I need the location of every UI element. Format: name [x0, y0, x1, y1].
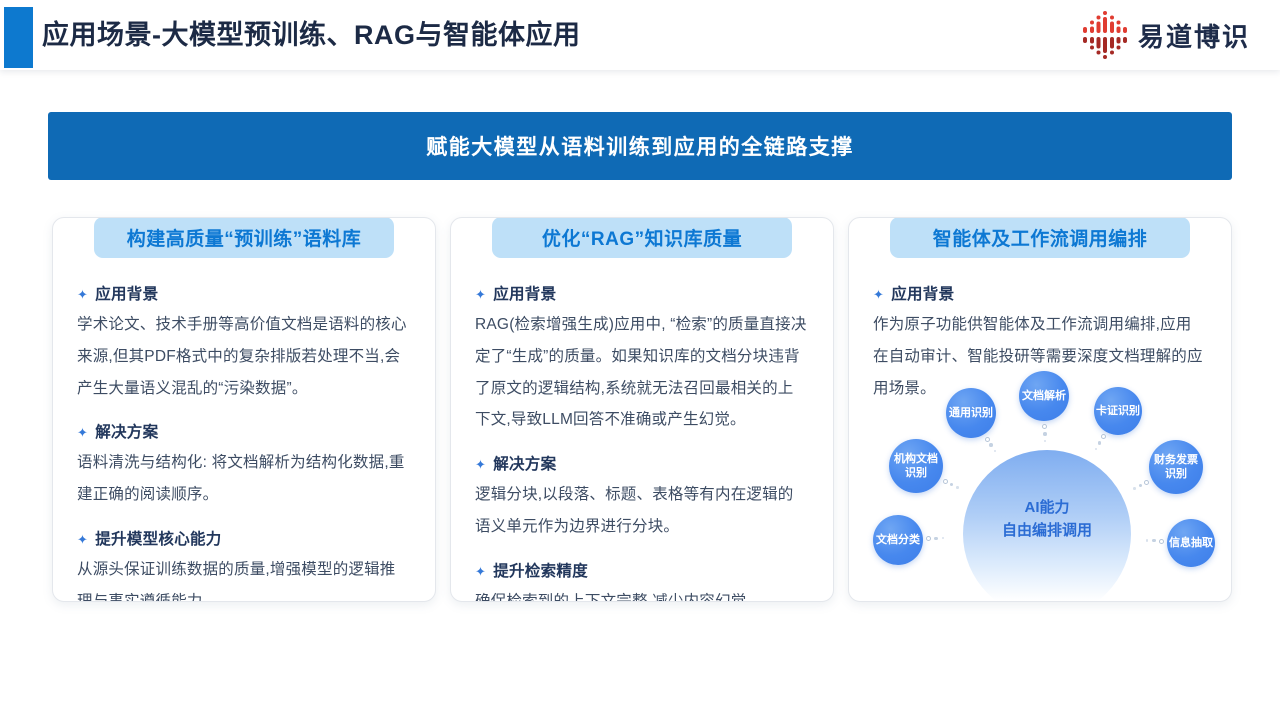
sparkle-icon: ✦	[475, 287, 486, 302]
capability-org-doc: 机构文档 识别	[889, 439, 943, 493]
capability-invoice: 财务发票 识别	[1149, 440, 1203, 494]
section-title: ✦ 应用背景	[873, 282, 1207, 304]
connector-dot	[943, 479, 948, 484]
section-title: ✦ 解决方案	[475, 452, 809, 474]
card-rag-quality: 优化“RAG”知识库质量 ✦ 应用背景 RAG(检索增强生成)应用中, “检索”的…	[450, 217, 834, 602]
connector-dot	[1098, 441, 1102, 445]
company-logo-text: 易道博识	[1138, 17, 1250, 54]
section-title-text: 解决方案	[95, 424, 158, 441]
section-body: 学术论文、技术手册等高价值文档是语料的核心来源,但其PDF格式中的复杂排版若处理…	[77, 309, 411, 404]
connector-dot	[1044, 440, 1047, 443]
connector-dot	[1146, 539, 1149, 542]
connector-dot	[1042, 424, 1047, 429]
connector-dot	[1095, 448, 1098, 451]
section-body: 语料清洗与结构化: 将文档解析为结构化数据,重建正确的阅读顺序。	[77, 447, 411, 511]
sparkle-icon: ✦	[77, 287, 88, 302]
section-benefit: ✦ 提升检索精度 确保检索到的上下文完整,减少内容幻觉。	[475, 559, 809, 602]
section-background: ✦ 应用背景 学术论文、技术手册等高价值文档是语料的核心来源,但其PDF格式中的复…	[77, 282, 411, 404]
connector-dot	[956, 486, 959, 489]
slide-header: 应用场景-大模型预训练、RAG与智能体应用	[0, 0, 1280, 70]
section-background: ✦ 应用背景 作为原子功能供智能体及工作流调用编排,应用在自动审计、智能投研等需要…	[873, 282, 1207, 404]
section-title: ✦ 解决方案	[77, 420, 411, 442]
section-title: ✦ 提升模型核心能力	[77, 527, 411, 549]
sparkle-icon: ✦	[475, 457, 486, 472]
section-title-text: 应用背景	[95, 286, 158, 303]
connector-dot	[994, 450, 997, 453]
section-body: 从源头保证训练数据的质量,增强模型的逻辑推理与事实遵循能力。	[77, 554, 411, 602]
section-title-text: 应用背景	[891, 286, 954, 303]
section-title-text: 解决方案	[493, 456, 556, 473]
connector-dot	[926, 536, 931, 541]
banner: 赋能大模型从语料训练到应用的全链路支撑	[48, 112, 1232, 180]
section-title: ✦ 提升检索精度	[475, 559, 809, 581]
company-logo: 易道博识	[1083, 0, 1250, 70]
connector-dot	[934, 537, 938, 541]
section-body: 确保检索到的上下文完整,减少内容幻觉。	[475, 586, 809, 602]
connector-dot	[950, 483, 954, 487]
section-solution: ✦ 解决方案 逻辑分块,以段落、标题、表格等有内在逻辑的语义单元作为边界进行分块。	[475, 452, 809, 543]
section-body: 逻辑分块,以段落、标题、表格等有内在逻辑的语义单元作为边界进行分块。	[475, 479, 809, 543]
section-body: RAG(检索增强生成)应用中, “检索”的质量直接决定了“生成”的质量。如果知识…	[475, 309, 809, 436]
connector-dot	[942, 537, 945, 540]
connector-dot	[1133, 487, 1136, 490]
connector-dot	[989, 443, 993, 447]
sparkle-icon: ✦	[873, 287, 884, 302]
header-accent-bar	[4, 7, 33, 68]
section-title: ✦ 应用背景	[77, 282, 411, 304]
connector-dot	[985, 437, 990, 442]
center-circle-label: AI能力 自由编排调用	[963, 496, 1131, 543]
section-title-text: 提升模型核心能力	[95, 531, 221, 548]
center-circle	[963, 450, 1131, 602]
capability-doc-classify: 文档分类	[873, 515, 923, 565]
connector-dot	[1152, 539, 1156, 543]
section-title-text: 应用背景	[493, 286, 556, 303]
card-pretrain-corpus: 构建高质量“预训练”语料库 ✦ 应用背景 学术论文、技术手册等高价值文档是语料的核…	[52, 217, 436, 602]
connector-dot	[1139, 484, 1143, 488]
connector-dot	[1101, 434, 1106, 439]
card-header-pill: 优化“RAG”知识库质量	[492, 217, 792, 258]
yidao-logo-icon	[1083, 11, 1127, 59]
card-header-pill: 构建高质量“预训练”语料库	[94, 217, 394, 258]
sparkle-icon: ✦	[77, 532, 88, 547]
sparkle-icon: ✦	[475, 564, 486, 579]
card-header-pill: 智能体及工作流调用编排	[890, 217, 1190, 258]
sparkle-icon: ✦	[77, 425, 88, 440]
connector-dot	[1043, 432, 1047, 436]
connector-dot	[1144, 480, 1149, 485]
section-background: ✦ 应用背景 RAG(检索增强生成)应用中, “检索”的质量直接决定了“生成”的质…	[475, 282, 809, 436]
connector-dot	[1159, 539, 1164, 544]
section-solution: ✦ 解决方案 语料清洗与结构化: 将文档解析为结构化数据,重建正确的阅读顺序。	[77, 420, 411, 511]
page-title: 应用场景-大模型预训练、RAG与智能体应用	[42, 0, 581, 70]
section-title-text: 提升检索精度	[493, 563, 588, 580]
section-title: ✦ 应用背景	[475, 282, 809, 304]
section-body: 作为原子功能供智能体及工作流调用编排,应用在自动审计、智能投研等需要深度文档理解…	[873, 309, 1207, 404]
slide: 应用场景-大模型预训练、RAG与智能体应用	[0, 0, 1280, 720]
card-agent-workflow: 智能体及工作流调用编排 ✦ 应用背景 作为原子功能供智能体及工作流调用编排,应用在…	[848, 217, 1232, 602]
capability-info-extract: 信息抽取	[1167, 519, 1215, 567]
section-benefit: ✦ 提升模型核心能力 从源头保证训练数据的质量,增强模型的逻辑推理与事实遵循能力。	[77, 527, 411, 602]
